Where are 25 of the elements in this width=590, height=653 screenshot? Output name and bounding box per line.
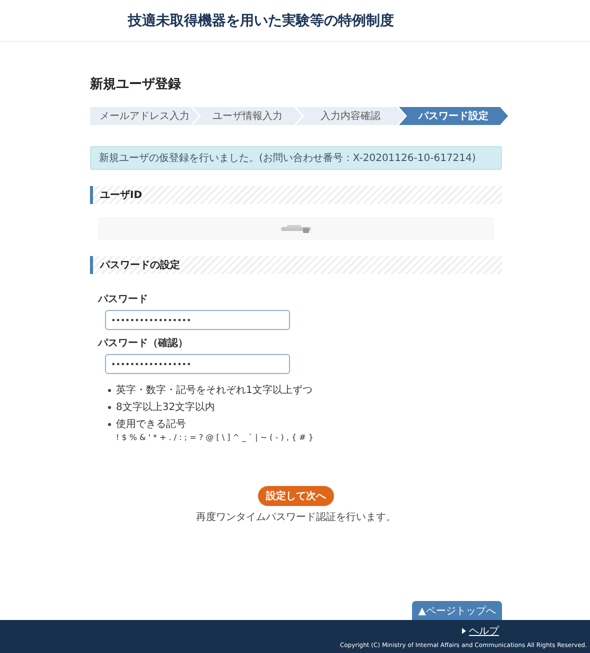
field-label: パスワード（確認） (98, 336, 189, 350)
password-field[interactable]: ••••••••••••••••• (105, 310, 290, 330)
symbol-list: ! $ % & ' * + . / : ; = ? @ [ \ ] ^ _ ` | ~ ( - ) , { # } (116, 433, 314, 442)
bullet-icon (108, 389, 111, 392)
page-top-button[interactable]: ▲ページトップへ (412, 601, 502, 620)
progress-step: 入力内容確認 (296, 107, 405, 125)
bullet-icon (108, 406, 111, 409)
field-label: パスワード (98, 293, 149, 306)
caret-icon (462, 628, 466, 634)
progress-step: パスワード設定 (399, 107, 508, 125)
progress-step: メールアドレス入力 (90, 107, 199, 125)
bullet-icon (108, 423, 111, 426)
submit-note: 再度ワンタイムパスワード認証を行います。 (196, 510, 396, 524)
rule-text: 英字・数字・記号をそれぞれ1文字以上ずつ (116, 384, 312, 397)
help-link[interactable]: ヘルプ (469, 624, 499, 638)
blurred-text-drawing (281, 224, 311, 232)
info-alert: 新規ユーザの仮登録を行いました。(お問い合わせ番号：X-20201126-10-617214) (90, 146, 502, 170)
page-title: 新規ユーザ登録 (90, 76, 182, 93)
section-heading: パスワードの設定 (90, 256, 502, 274)
progress-step: ユーザ情報入力 (193, 107, 302, 125)
rule-text: 使用できる記号 (116, 418, 187, 431)
section-heading: ユーザID (90, 186, 502, 204)
password-field[interactable]: ••••••••••••••••• (105, 354, 290, 374)
site-title: 技適未取得機器を用いた実験等の特例制度 (128, 12, 394, 30)
rule-text: 8文字以上32文字以内 (116, 400, 216, 414)
